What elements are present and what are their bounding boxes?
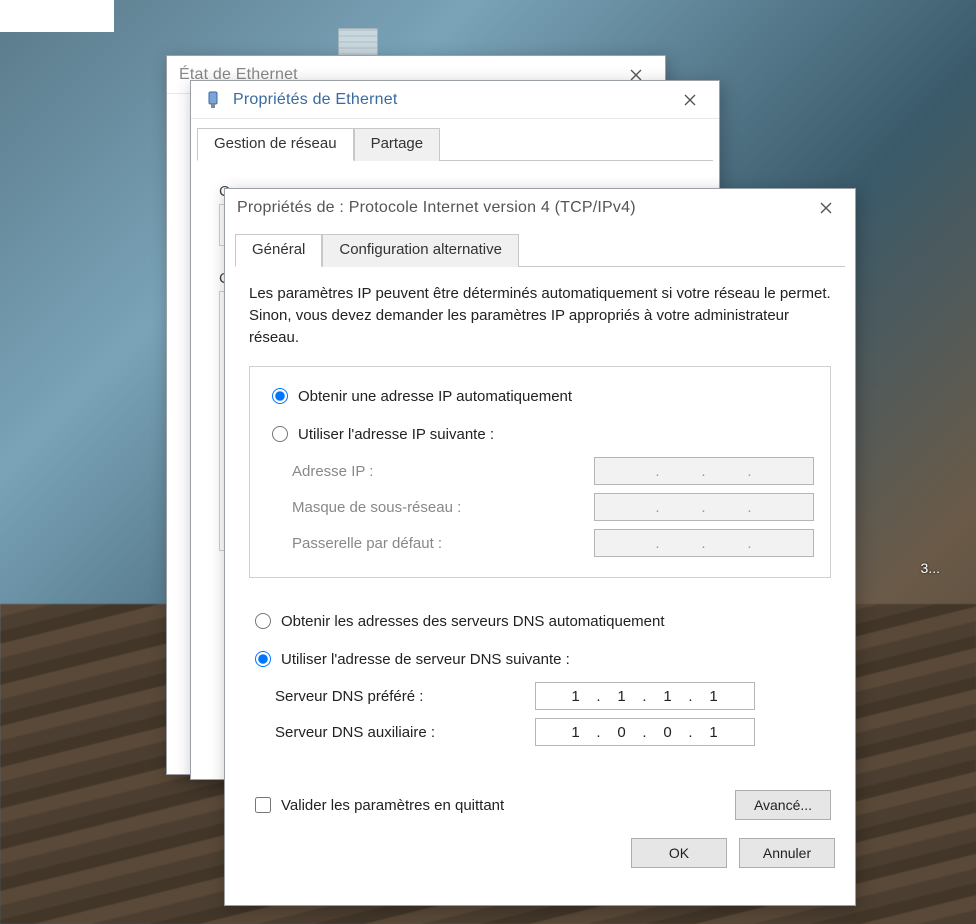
ethernet-icon <box>203 90 223 110</box>
subnet-mask-label: Masque de sous-réseau : <box>292 499 594 516</box>
window-title: Propriétés de Ethernet <box>233 91 667 109</box>
close-icon[interactable] <box>667 84 713 116</box>
radio-auto-ip-label: Obtenir une adresse IP automatiquement <box>298 388 814 405</box>
radio-auto-ip[interactable] <box>272 388 288 404</box>
tab-alternate-config[interactable]: Configuration alternative <box>322 234 519 267</box>
radio-auto-dns[interactable] <box>255 613 271 629</box>
cancel-button[interactable]: Annuler <box>739 838 835 868</box>
validate-on-exit-label: Valider les paramètres en quittant <box>281 797 504 814</box>
dns-alternate-label: Serveur DNS auxiliaire : <box>275 724 535 741</box>
subnet-mask-field: ... <box>594 493 814 521</box>
radio-manual-ip[interactable] <box>272 426 288 442</box>
advanced-button[interactable]: Avancé... <box>735 790 831 820</box>
window-title: Propriétés de : Protocole Internet versi… <box>237 199 803 217</box>
ip-address-field: ... <box>594 457 814 485</box>
radio-manual-ip-label: Utiliser l'adresse IP suivante : <box>298 426 814 443</box>
radio-manual-dns[interactable] <box>255 651 271 667</box>
dns-preferred-field[interactable]: 1. 1. 1. 1 <box>535 682 755 710</box>
desktop-truncated-label: 3... <box>921 560 940 576</box>
ok-button[interactable]: OK <box>631 838 727 868</box>
tab-sharing[interactable]: Partage <box>354 128 441 161</box>
intro-text: Les paramètres IP peuvent être déterminé… <box>249 283 831 348</box>
dns-alternate-field[interactable]: 1. 0. 0. 1 <box>535 718 755 746</box>
validate-on-exit-checkbox[interactable] <box>255 797 271 813</box>
radio-auto-dns-label: Obtenir les adresses des serveurs DNS au… <box>281 613 831 630</box>
tab-general[interactable]: Général <box>235 234 322 267</box>
gateway-label: Passerelle par défaut : <box>292 535 594 552</box>
radio-manual-dns-label: Utiliser l'adresse de serveur DNS suivan… <box>281 651 831 668</box>
window-ipv4-properties: Propriétés de : Protocole Internet versi… <box>224 188 856 906</box>
close-icon[interactable] <box>803 192 849 224</box>
tab-network[interactable]: Gestion de réseau <box>197 128 354 161</box>
gateway-field: ... <box>594 529 814 557</box>
dns-preferred-label: Serveur DNS préféré : <box>275 688 535 705</box>
ip-address-label: Adresse IP : <box>292 463 594 480</box>
